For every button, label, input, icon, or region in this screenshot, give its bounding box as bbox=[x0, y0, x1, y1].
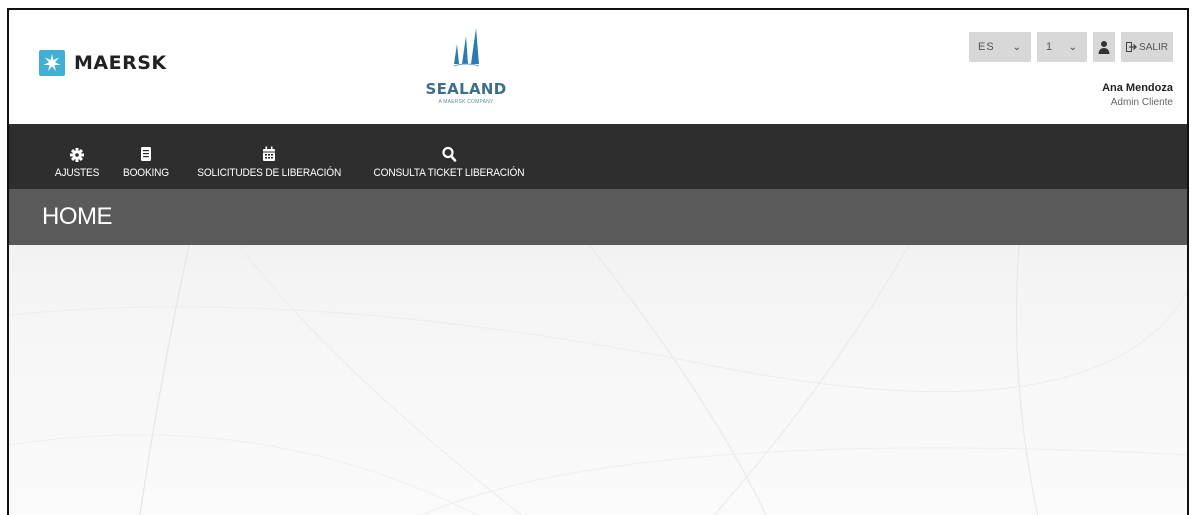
user-info: Ana Mendoza Admin Cliente bbox=[1102, 82, 1173, 108]
document-icon bbox=[141, 147, 152, 161]
sealand-sails-icon bbox=[453, 28, 480, 67]
user-profile-button[interactable] bbox=[1093, 32, 1115, 62]
user-name: Ana Mendoza bbox=[1102, 82, 1173, 94]
calendar-icon bbox=[263, 146, 276, 161]
maersk-logo[interactable]: MAERSK bbox=[39, 50, 167, 76]
nav-label-ajustes: AJUSTES bbox=[54, 167, 100, 179]
sealand-tagline: A MAERSK COMPANY bbox=[438, 99, 494, 105]
language-value: ES bbox=[978, 41, 995, 53]
user-icon bbox=[1098, 41, 1110, 54]
nav-item-booking[interactable]: BOOKING bbox=[111, 140, 181, 189]
main-content bbox=[9, 245, 1187, 515]
search-icon bbox=[442, 146, 457, 162]
language-select[interactable]: ES ⌄ bbox=[969, 32, 1031, 62]
logout-label: SALIR bbox=[1139, 41, 1168, 53]
page-title-bar: HOME bbox=[9, 189, 1187, 245]
sign-out-icon bbox=[1126, 42, 1137, 52]
user-role: Admin Cliente bbox=[1110, 97, 1173, 108]
nav-item-solicitudes[interactable]: SOLICITUDES DE LIBERACIÓN bbox=[181, 140, 357, 189]
number-value: 1 bbox=[1046, 41, 1054, 53]
main-nav: AJUSTES BOOKING SOLICITUDES DE LIBERACIÓ… bbox=[9, 124, 1187, 189]
number-select[interactable]: 1 ⌄ bbox=[1037, 32, 1087, 62]
maersk-star-icon bbox=[39, 50, 65, 76]
header-controls: ES ⌄ 1 ⌄ SALIR bbox=[969, 32, 1173, 62]
nav-item-ajustes[interactable]: AJUSTES bbox=[43, 140, 111, 189]
sealand-name: SEALAND bbox=[425, 80, 507, 98]
header: MAERSK SEALAND A MAERSK COMPANY ES ⌄ 1 ⌄ bbox=[9, 10, 1187, 124]
sealand-logo: SEALAND A MAERSK COMPANY bbox=[421, 22, 511, 117]
nav-label-solicitudes: SOLICITUDES DE LIBERACIÓN bbox=[197, 167, 342, 179]
nav-item-consulta-ticket[interactable]: CONSULTA TICKET LIBERACIÓN bbox=[357, 140, 541, 189]
page-title: HOME bbox=[42, 203, 113, 230]
nav-label-consulta-ticket: CONSULTA TICKET LIBERACIÓN bbox=[374, 167, 525, 179]
brand-name: MAERSK bbox=[74, 52, 167, 74]
app-frame: MAERSK SEALAND A MAERSK COMPANY ES ⌄ 1 ⌄ bbox=[7, 8, 1189, 515]
gear-icon bbox=[70, 148, 85, 162]
nav-label-booking: BOOKING bbox=[123, 167, 170, 179]
background-pattern bbox=[9, 245, 1187, 515]
chevron-down-icon: ⌄ bbox=[1068, 41, 1078, 53]
chevron-down-icon: ⌄ bbox=[1012, 41, 1022, 53]
logout-button[interactable]: SALIR bbox=[1121, 32, 1173, 62]
